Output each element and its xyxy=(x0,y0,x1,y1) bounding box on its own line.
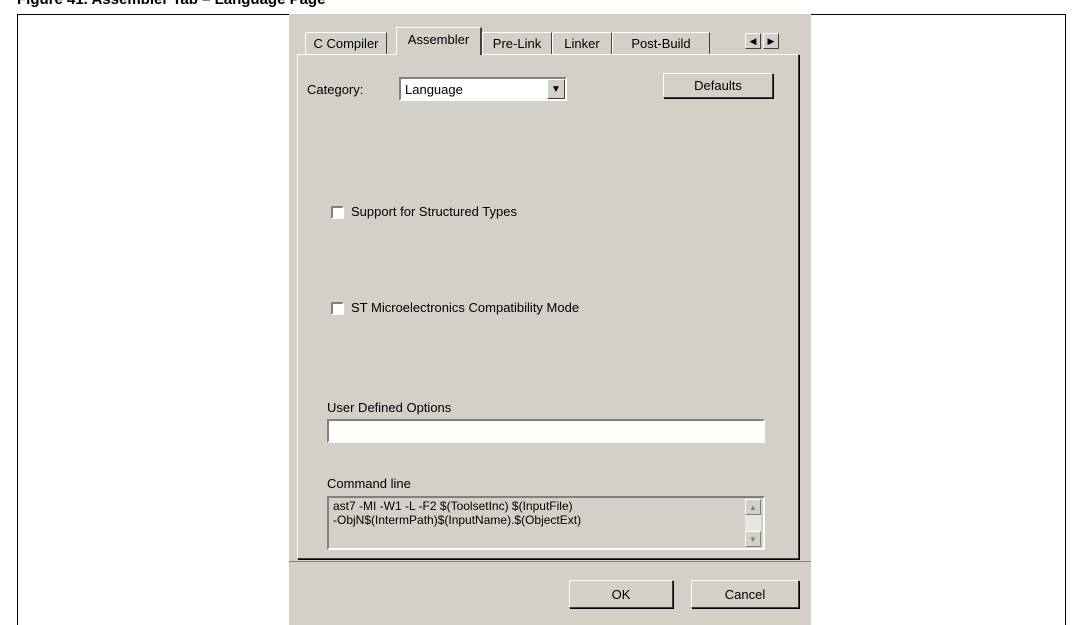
settings-dialog: C Compiler Assembler Pre-Link Linker Pos… xyxy=(289,14,811,625)
structured-types-checkbox[interactable] xyxy=(331,206,344,219)
figure-heading-text: Figure 41. Assembler Tab – Language Page xyxy=(17,0,325,8)
defaults-button[interactable]: Defaults xyxy=(663,73,773,98)
chevron-down-icon[interactable]: ▼ xyxy=(547,79,565,99)
command-line-text-2: -ObjN$(IntermPath)$(InputName).$(ObjectE… xyxy=(333,513,582,527)
tab-assembler[interactable]: Assembler xyxy=(396,27,482,55)
category-select[interactable]: Language ▼ xyxy=(399,77,567,101)
tab-post-build[interactable]: Post-Build xyxy=(612,32,710,54)
category-value: Language xyxy=(405,82,463,97)
user-options-input[interactable] xyxy=(327,419,765,443)
structured-types-label: Support for Structured Types xyxy=(351,204,517,219)
ok-button[interactable]: OK xyxy=(569,580,673,608)
page-frame-right xyxy=(1065,14,1066,625)
command-line-scrollbar[interactable]: ▲ ▼ xyxy=(745,499,761,547)
footer-divider xyxy=(289,561,811,562)
category-label: Category: xyxy=(307,82,364,97)
scroll-down-icon[interactable]: ▼ xyxy=(745,531,761,547)
cancel-button[interactable]: Cancel xyxy=(691,580,799,608)
command-line-label: Command line xyxy=(327,476,411,491)
tab-pre-link[interactable]: Pre-Link xyxy=(482,32,552,54)
user-options-label: User Defined Options xyxy=(327,400,452,415)
st-compat-label: ST Microelectronics Compatibility Mode xyxy=(351,300,580,315)
tab-linker[interactable]: Linker xyxy=(552,32,612,54)
command-line-text-1: ast7 -MI -W1 -L -F2 $(ToolsetInc) $(Inpu… xyxy=(333,499,573,513)
tab-scroll-buttons: ◀ ▶ xyxy=(745,33,779,49)
arrow-left-icon[interactable]: ◀ xyxy=(745,33,761,49)
scroll-up-icon[interactable]: ▲ xyxy=(745,499,761,515)
page-frame-left xyxy=(17,14,18,625)
arrow-right-icon[interactable]: ▶ xyxy=(763,33,779,49)
figure-heading: Figure 41. Assembler Tab – Language Page xyxy=(17,0,1066,14)
command-line-box: ast7 -MI -W1 -L -F2 $(ToolsetInc) $(Inpu… xyxy=(327,496,765,550)
st-compat-checkbox[interactable] xyxy=(331,302,344,315)
tab-c-compiler[interactable]: C Compiler xyxy=(305,32,387,54)
